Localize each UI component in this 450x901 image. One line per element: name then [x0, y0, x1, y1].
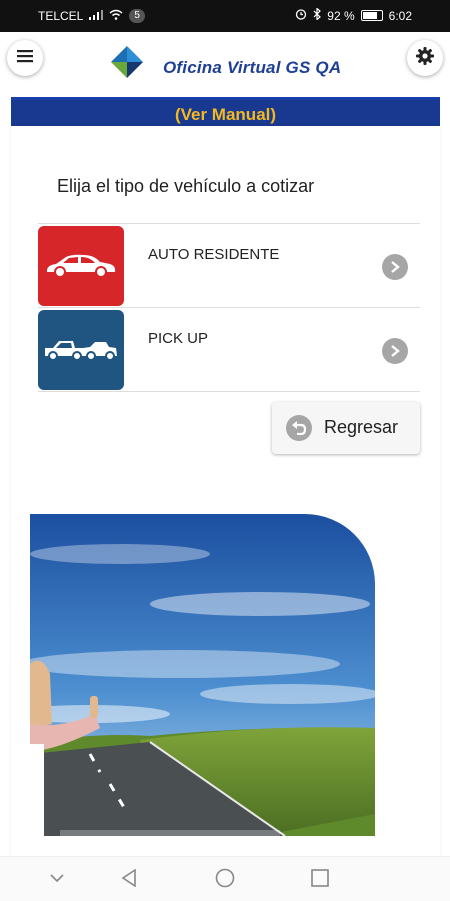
gear-icon: [416, 46, 434, 70]
wifi-icon: [109, 9, 123, 23]
status-left: TELCEL 5: [38, 9, 145, 23]
status-right: 92 % 6:02: [295, 7, 412, 23]
car-icon: [38, 226, 124, 306]
notification-badge: 5: [129, 9, 145, 23]
back-triangle-icon[interactable]: [118, 867, 140, 889]
settings-button[interactable]: [407, 40, 443, 76]
regresar-button[interactable]: Regresar: [272, 402, 420, 454]
option-label: AUTO RESIDENTE: [148, 246, 280, 263]
menu-icon: [17, 49, 33, 68]
chevron-right-icon: [382, 338, 408, 364]
bluetooth-icon: [313, 7, 322, 23]
menu-button[interactable]: [7, 40, 43, 76]
vehicle-option-auto-residente[interactable]: AUTO RESIDENTE: [38, 223, 420, 308]
app-bar: Oficina Virtual GS QA: [0, 32, 450, 94]
ver-manual-link[interactable]: (Ver Manual): [175, 105, 276, 125]
chevron-down-icon[interactable]: [46, 867, 68, 889]
recents-square-icon[interactable]: [309, 867, 331, 889]
app-title: Oficina Virtual GS QA: [163, 58, 342, 77]
signal-icon: [89, 9, 104, 23]
regresar-label: Regresar: [324, 417, 399, 437]
chevron-right-icon: [382, 254, 408, 280]
option-label: PICK UP: [148, 330, 209, 347]
pickup-truck-icon: [38, 310, 124, 390]
divider: [38, 391, 420, 392]
carrier-name: TELCEL: [38, 9, 84, 23]
undo-icon: [286, 415, 312, 441]
brand-logo: [110, 46, 144, 83]
promo-banner-image: [30, 514, 375, 836]
page-heading: Elija el tipo de vehículo a cotizar: [57, 176, 315, 196]
home-circle-icon[interactable]: [214, 867, 236, 889]
battery-icon: [360, 10, 383, 21]
status-bar: TELCEL 5 92 % 6:02: [0, 0, 450, 32]
clock: 6:02: [388, 8, 412, 23]
system-nav-bar: [0, 856, 450, 901]
vehicle-option-pick-up[interactable]: PICK UP: [38, 307, 420, 392]
battery-percent: 92 %: [327, 8, 355, 23]
manual-banner: (Ver Manual): [11, 97, 440, 129]
alarm-icon: [295, 8, 307, 23]
